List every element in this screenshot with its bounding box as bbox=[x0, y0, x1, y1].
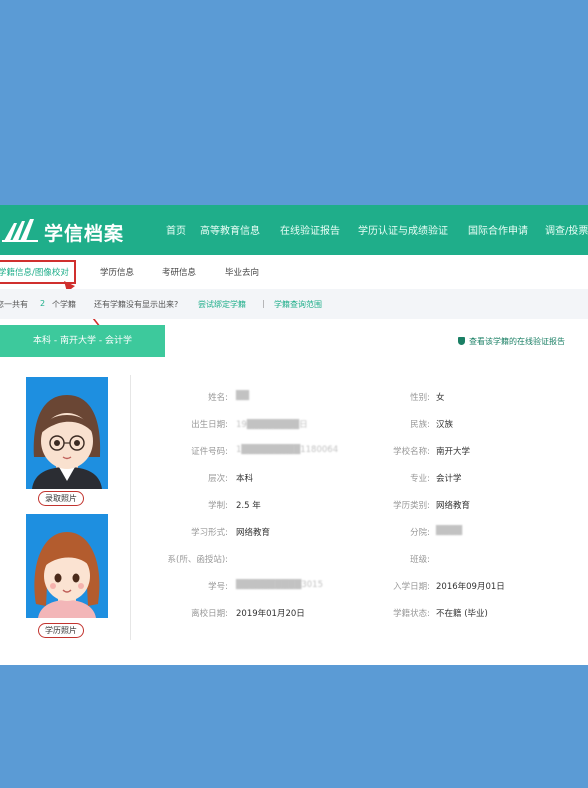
tab-degree-info[interactable]: 学历信息 bbox=[100, 266, 134, 278]
label-school: 学校名称: bbox=[393, 447, 430, 457]
label-class: 班级: bbox=[410, 555, 430, 565]
label-level: 层次: bbox=[208, 474, 228, 484]
value-level: 本科 bbox=[236, 474, 254, 484]
brand-title[interactable]: 学信档案 bbox=[44, 219, 124, 246]
info-prefix: 您一共有 bbox=[0, 300, 28, 309]
nav-survey[interactable]: 调查/投票 bbox=[545, 222, 588, 237]
label-id: 证件号码: bbox=[191, 447, 228, 457]
verify-report-label: 查看该学籍的在线验证报告 bbox=[469, 337, 565, 346]
nav-higher-education[interactable]: 高等教育信息 bbox=[200, 222, 260, 237]
value-student-no: ██████████3015 bbox=[236, 580, 324, 590]
nav-home[interactable]: 首页 bbox=[166, 222, 186, 237]
label-leave: 离校日期: bbox=[191, 609, 228, 619]
value-enroll: 2016年09月01日 bbox=[436, 582, 505, 592]
column-divider bbox=[130, 375, 131, 640]
value-ethnicity: 汉族 bbox=[436, 420, 454, 430]
info-suffix: 个学籍 bbox=[52, 300, 76, 309]
degree-photo-label: 学历照片 bbox=[38, 623, 84, 638]
value-form: 网络教育 bbox=[236, 528, 271, 538]
label-ethnicity: 民族: bbox=[410, 420, 430, 430]
verify-report-link[interactable]: 查看该学籍的在线验证报告 bbox=[458, 336, 565, 347]
nav-online-report[interactable]: 在线验证报告 bbox=[280, 222, 340, 237]
shield-icon bbox=[458, 337, 465, 345]
degree-photo bbox=[26, 514, 108, 618]
record-tab-button[interactable]: 本科 - 南开大学 - 会计学 bbox=[0, 325, 165, 357]
tab-postgrad-info[interactable]: 考研信息 bbox=[162, 266, 196, 278]
value-major: 会计学 bbox=[436, 474, 462, 484]
nav-certification[interactable]: 学历认证与成绩验证 bbox=[358, 222, 448, 237]
avatar-girl-icon bbox=[34, 532, 100, 618]
value-years: 2.5 年 bbox=[236, 501, 261, 511]
label-enroll: 入学日期: bbox=[393, 582, 430, 592]
value-gender: 女 bbox=[436, 393, 445, 403]
record-count: 2 bbox=[40, 299, 46, 308]
info-separator: | bbox=[262, 299, 265, 308]
label-years: 学制: bbox=[208, 501, 228, 511]
admission-photo-label: 录取照片 bbox=[38, 491, 84, 506]
tab-graduation-destination[interactable]: 毕业去向 bbox=[225, 266, 259, 278]
label-category: 学历类别: bbox=[393, 501, 430, 511]
label-status: 学籍状态: bbox=[393, 609, 430, 619]
value-category: 网络教育 bbox=[436, 501, 471, 511]
label-gender: 性别: bbox=[410, 393, 430, 403]
nav-international[interactable]: 国际合作申请 bbox=[468, 222, 528, 237]
admission-photo bbox=[26, 377, 108, 489]
bind-record-link[interactable]: 尝试绑定学籍 bbox=[198, 299, 246, 310]
value-branch: ████ bbox=[436, 526, 463, 536]
value-birth: 19████████日 bbox=[236, 420, 308, 430]
value-name: ██ bbox=[236, 391, 250, 401]
value-id: 1█████████1180064 bbox=[236, 445, 339, 455]
screenshot-card: 学信档案 首页 高等教育信息 在线验证报告 学历认证与成绩验证 国际合作申请 调… bbox=[0, 205, 588, 665]
label-branch: 分院: bbox=[410, 528, 430, 538]
record-info-bar: 您一共有 2 个学籍 还有学籍没有显示出来? 尝试绑定学籍 | 学籍查询范围 bbox=[0, 289, 588, 319]
header-bar: 学信档案 首页 高等教育信息 在线验证报告 学历认证与成绩验证 国际合作申请 调… bbox=[0, 205, 588, 255]
label-student-no: 学号: bbox=[208, 582, 228, 592]
label-birth: 出生日期: bbox=[191, 420, 228, 430]
value-leave: 2019年01月20日 bbox=[236, 609, 305, 619]
label-name: 姓名: bbox=[208, 393, 228, 403]
label-dept: 系(所、函授站): bbox=[167, 555, 229, 565]
query-scope-link[interactable]: 学籍查询范围 bbox=[274, 299, 322, 310]
avatar-glasses-icon bbox=[32, 395, 102, 489]
label-major: 专业: bbox=[410, 474, 430, 484]
label-form: 学习形式: bbox=[191, 528, 228, 538]
missing-record-question: 还有学籍没有显示出来? bbox=[94, 300, 179, 309]
logo-icon bbox=[2, 219, 38, 242]
value-status: 不在籍 (毕业) bbox=[436, 609, 488, 619]
value-school: 南开大学 bbox=[436, 447, 471, 457]
